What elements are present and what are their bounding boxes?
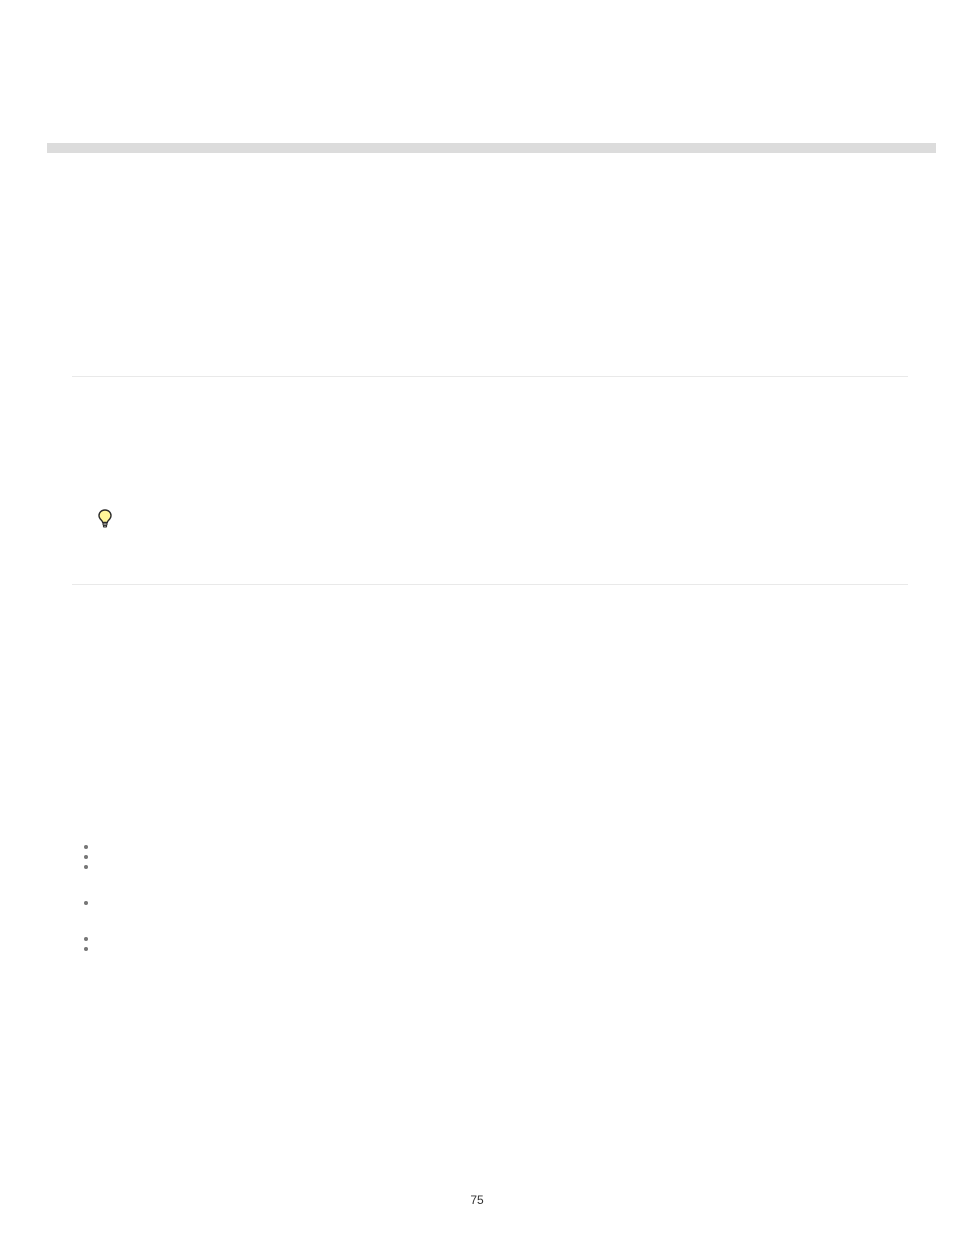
list-item	[84, 845, 908, 849]
section-rule-bottom	[72, 584, 908, 585]
list-item	[84, 865, 908, 869]
page-number: 75	[0, 1193, 954, 1207]
bullet-icon	[84, 845, 88, 849]
section-rule-top	[72, 376, 908, 377]
bullet-icon	[84, 865, 88, 869]
header-divider	[47, 143, 936, 153]
page-content	[72, 360, 908, 957]
bullet-list	[72, 845, 908, 951]
list-item	[84, 901, 908, 905]
bullet-icon	[84, 947, 88, 951]
bullet-icon	[84, 901, 88, 905]
list-item	[84, 855, 908, 859]
bullet-icon	[84, 937, 88, 941]
lightbulb-icon	[98, 509, 112, 534]
list-item	[84, 947, 908, 951]
bullet-icon	[84, 855, 88, 859]
tip-callout	[72, 503, 908, 540]
list-item	[84, 937, 908, 941]
